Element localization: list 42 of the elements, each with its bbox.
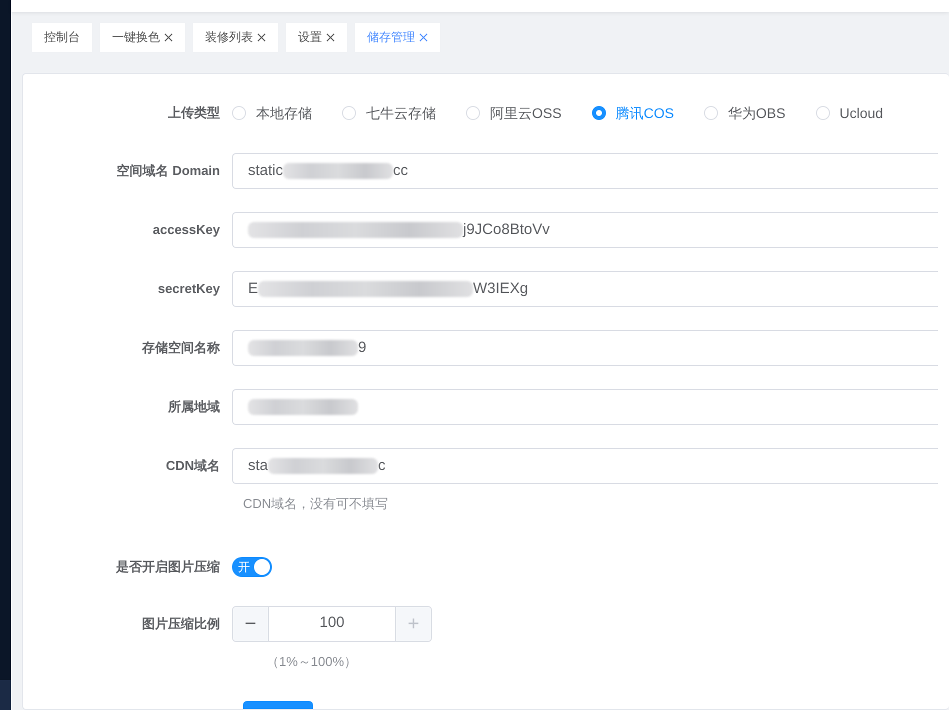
input-field[interactable] xyxy=(232,389,938,425)
radio-button[interactable] xyxy=(592,106,606,120)
page-tab[interactable]: 控制台 xyxy=(32,22,92,52)
radio-option[interactable]: Ucloud xyxy=(816,102,884,124)
close-icon[interactable] xyxy=(419,32,428,42)
field-value: static xyxy=(248,160,284,181)
page-tab[interactable]: 一键换色 xyxy=(100,22,185,52)
radio-option[interactable]: 七牛云存储 xyxy=(342,102,436,124)
close-icon[interactable] xyxy=(326,32,335,42)
input-field[interactable]: static cc xyxy=(232,153,938,189)
field-label: CDN域名 xyxy=(164,457,221,476)
input-field[interactable]: sta c xyxy=(232,448,938,484)
hint-text: （1%～100%） xyxy=(266,652,358,670)
field-label: 空间域名 Domain xyxy=(116,162,221,180)
radio-option[interactable]: 华为OBS xyxy=(704,102,786,124)
field-label: 存储空间名称 xyxy=(140,339,221,358)
close-icon[interactable] xyxy=(164,32,173,42)
close-icon[interactable] xyxy=(257,32,266,42)
page-tab[interactable]: 装修列表 xyxy=(193,22,278,52)
field-label: 图片压缩比例 xyxy=(141,614,221,633)
input-field[interactable]: j9JCo8BtoVv xyxy=(232,212,938,248)
hint-text: CDN域名，没有可不填写 xyxy=(243,495,390,513)
field-label: 是否开启图片压缩 xyxy=(115,558,221,576)
input-field[interactable]: E W3IEXg xyxy=(232,271,938,307)
field-label: 所属地域 xyxy=(166,398,221,416)
field-value: c xyxy=(378,456,386,476)
field-value: j9JCo8BtoVv xyxy=(463,220,550,240)
field-value: cc xyxy=(393,160,408,181)
radio-option[interactable]: 阿里云OSS xyxy=(466,102,562,124)
field-label: 上传类型 xyxy=(167,104,221,122)
radio-option[interactable]: 本地存储 xyxy=(232,102,312,124)
page-tab[interactable]: 储存管理 xyxy=(355,22,440,52)
field-label: secretKey xyxy=(156,280,221,298)
field-value: 9 xyxy=(358,338,366,358)
field-label: accessKey xyxy=(152,221,221,240)
page-tab[interactable]: 设置 xyxy=(286,22,347,52)
input-field[interactable]: 9 xyxy=(232,330,938,366)
field-value: sta xyxy=(248,456,268,476)
field-value: W3IEXg xyxy=(473,278,528,299)
toggle-switch[interactable]: 开 xyxy=(232,556,272,576)
field-value: E xyxy=(248,278,258,299)
radio-option[interactable]: 腾讯COS xyxy=(592,102,674,124)
